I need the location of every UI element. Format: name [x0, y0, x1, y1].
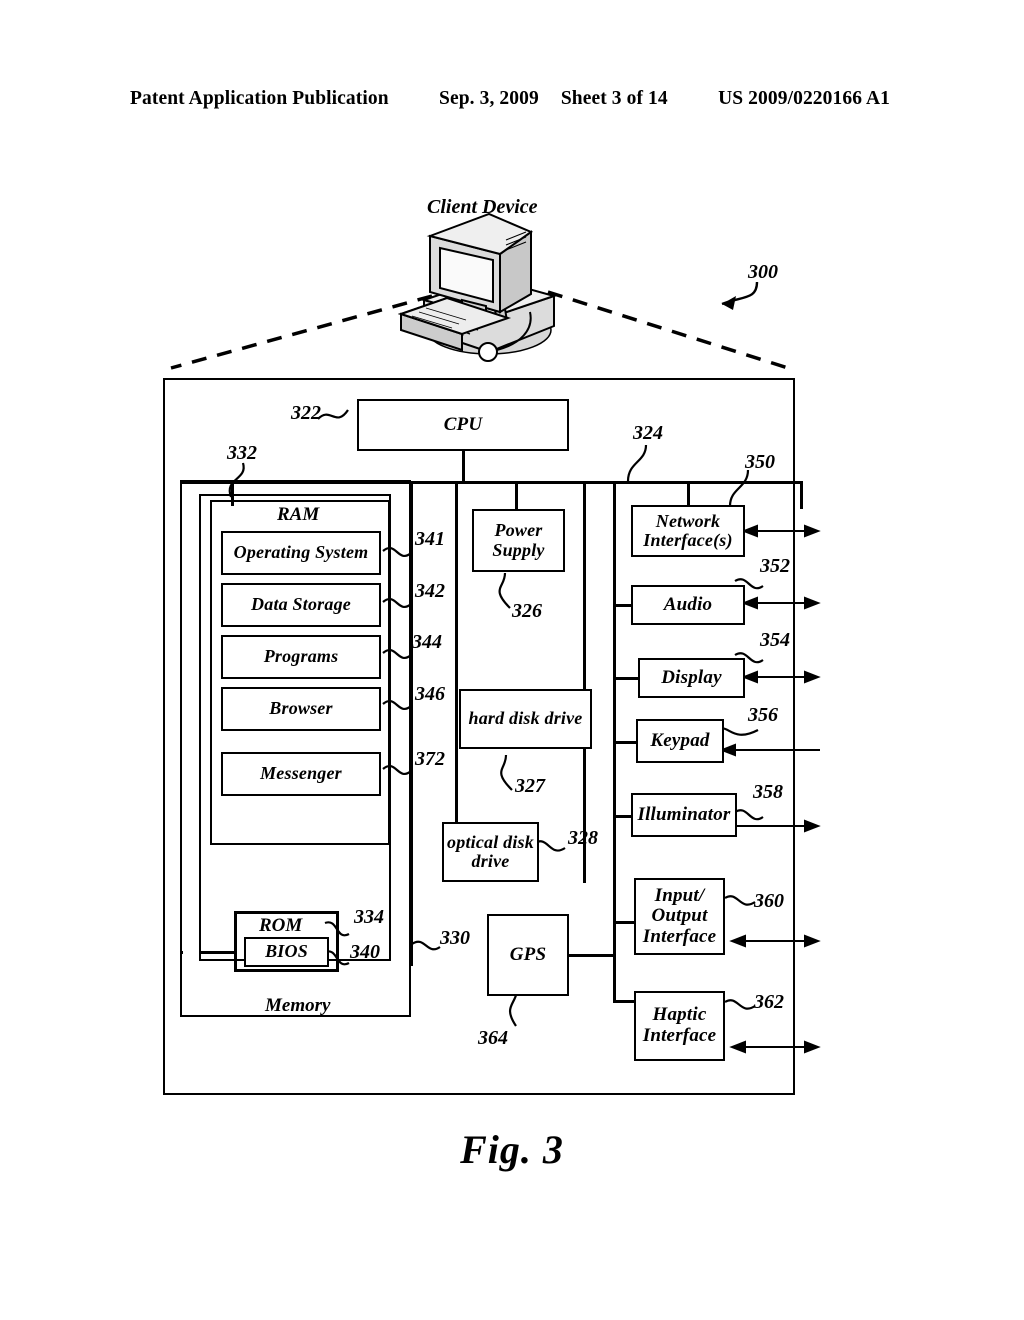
bios-label: BIOS — [265, 941, 308, 962]
optical-disk-drive-block: optical disk drive — [442, 822, 539, 882]
cpu-block: CPU — [357, 399, 569, 451]
ref-324: 324 — [633, 422, 663, 444]
display-label: Display — [661, 666, 722, 688]
bus-drop-disks — [583, 481, 586, 883]
data-storage-block: Data Storage — [221, 583, 381, 627]
bios-block: BIOS — [244, 937, 329, 967]
ref-322: 322 — [291, 402, 321, 424]
header-date: Sep. 3, 2009 — [439, 88, 539, 109]
messenger-block: Messenger — [221, 752, 381, 796]
ram-label: RAM — [277, 504, 320, 525]
gps-label: GPS — [509, 943, 547, 965]
gps-connector — [569, 954, 615, 957]
programs-block: Programs — [221, 635, 381, 679]
ref-372: 372 — [415, 748, 445, 770]
header-patent-number: US 2009/0220166 A1 — [718, 88, 890, 109]
dashed-line-right — [547, 290, 789, 370]
browser-label: Browser — [269, 698, 333, 719]
bus-drop-power — [515, 481, 518, 511]
ref-330: 330 — [440, 927, 470, 949]
illuminator-connector — [613, 815, 633, 818]
haptic-interface-block: Haptic Interface — [634, 991, 725, 1061]
cpu-label: CPU — [443, 413, 483, 435]
ref-332: 332 — [227, 442, 257, 464]
input-output-interface-label: Input/ Output Interface — [642, 884, 717, 947]
ref-362: 362 — [754, 991, 784, 1013]
power-supply-block: Power Supply — [472, 509, 565, 572]
ref-344: 344 — [412, 631, 442, 653]
illuminator-block: Illuminator — [631, 793, 737, 837]
figure-caption: Fig. 3 — [460, 1127, 564, 1172]
ref-340: 340 — [350, 941, 380, 963]
messenger-label: Messenger — [260, 763, 342, 784]
ref-334: 334 — [354, 906, 384, 928]
leader-300 — [721, 281, 759, 306]
programs-label: Programs — [263, 646, 339, 667]
ref-364: 364 — [478, 1027, 508, 1049]
keypad-block: Keypad — [636, 719, 724, 763]
ref-354: 354 — [760, 629, 790, 651]
client-device-label: Client Device — [427, 196, 538, 218]
power-supply-label: Power Supply — [492, 520, 545, 560]
hard-disk-drive-label: hard disk drive — [468, 708, 583, 729]
display-connector — [613, 677, 640, 680]
dashed-line-left — [170, 294, 433, 370]
operating-system-block: Operating System — [221, 531, 381, 575]
bus-drop-network — [800, 481, 803, 509]
ref-341: 341 — [415, 528, 445, 550]
keypad-connector — [613, 741, 638, 744]
io-connector — [613, 921, 636, 924]
haptic-interface-label: Haptic Interface — [642, 1004, 717, 1046]
network-interfaces-block: Network Interface(s) — [631, 505, 745, 557]
ref-300: 300 — [748, 261, 778, 283]
patent-figure-page: Patent Application Publication Sep. 3, 2… — [0, 0, 1024, 1320]
rom-rail-joint — [180, 951, 183, 954]
header-sheet: Sheet 3 of 14 — [560, 88, 668, 109]
rom-label: ROM — [259, 915, 303, 936]
ref-350: 350 — [745, 451, 775, 473]
bus-drop-storage — [455, 481, 458, 833]
ref-346: 346 — [415, 683, 445, 705]
keypad-label: Keypad — [650, 729, 710, 751]
ref-358: 358 — [753, 781, 783, 803]
cpu-bus-stem — [462, 451, 465, 482]
optical-disk-drive-label: optical disk drive — [447, 831, 534, 871]
client-device-illustration — [397, 212, 558, 362]
network-stem — [687, 484, 690, 506]
ref-352: 352 — [760, 555, 790, 577]
header-publication: Patent Application Publication — [130, 88, 389, 109]
operating-system-label: Operating System — [233, 542, 369, 563]
hard-disk-drive-block: hard disk drive — [459, 689, 592, 749]
gps-block: GPS — [487, 914, 569, 996]
memory-label: Memory — [265, 995, 331, 1016]
ref-326: 326 — [512, 600, 542, 622]
browser-block: Browser — [221, 687, 381, 731]
display-block: Display — [638, 658, 745, 698]
rom-connector — [199, 951, 235, 954]
ref-360: 360 — [754, 890, 784, 912]
network-interfaces-label: Network Interface(s) — [643, 510, 733, 550]
audio-connector — [613, 604, 633, 607]
ref-356: 356 — [748, 704, 778, 726]
input-output-interface-block: Input/ Output Interface — [634, 878, 725, 955]
ref-342: 342 — [415, 580, 445, 602]
audio-label: Audio — [663, 593, 713, 615]
haptic-connector — [613, 1000, 636, 1003]
ref-327: 327 — [515, 775, 545, 797]
illuminator-label: Illuminator — [637, 803, 731, 825]
audio-block: Audio — [631, 585, 745, 625]
data-storage-label: Data Storage — [251, 594, 351, 615]
ref-328: 328 — [568, 827, 598, 849]
